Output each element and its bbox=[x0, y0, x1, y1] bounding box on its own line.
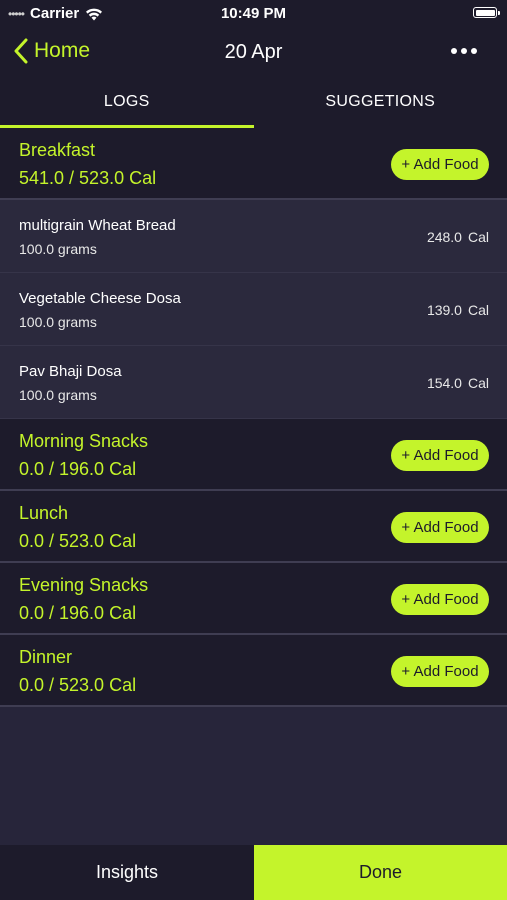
meal-name: Dinner bbox=[19, 647, 73, 667]
meal-name: Evening Snacks bbox=[19, 575, 149, 595]
status-time: 10:49 PM bbox=[220, 5, 287, 22]
meal-calories: 0.0 / 196.0 Cal bbox=[19, 603, 137, 623]
meal-calories: 0.0 / 523.0 Cal bbox=[19, 531, 137, 551]
food-calories-unit: Cal bbox=[467, 375, 489, 391]
meal-calories: 0.0 / 196.0 Cal bbox=[19, 459, 137, 479]
add-food-button[interactable]: + Add Food bbox=[391, 584, 489, 615]
food-calories: 154.0 Cal bbox=[427, 375, 489, 391]
meal-name: Breakfast bbox=[19, 140, 96, 160]
tab-bar: LOGS SUGGETIONS bbox=[0, 78, 507, 128]
food-name: multigrain Wheat Bread bbox=[19, 217, 176, 234]
meal-calories: 0.0 / 523.0 Cal bbox=[19, 675, 137, 695]
more-dot bbox=[451, 48, 457, 54]
meal-header-morning-snacks: Morning Snacks 0.0 / 196.0 Cal + Add Foo… bbox=[0, 419, 507, 491]
page-title: 20 Apr bbox=[224, 41, 283, 63]
tab-suggestions[interactable]: SUGGETIONS bbox=[254, 78, 507, 128]
add-food-button[interactable]: + Add Food bbox=[391, 440, 489, 471]
food-name: Vegetable Cheese Dosa bbox=[19, 290, 181, 307]
done-button[interactable]: Done bbox=[254, 845, 507, 900]
food-quantity: 100.0 grams bbox=[19, 241, 97, 257]
insights-button[interactable]: Insights bbox=[0, 845, 254, 900]
add-food-button[interactable]: + Add Food bbox=[391, 149, 489, 180]
add-food-button[interactable]: + Add Food bbox=[391, 512, 489, 543]
bottom-bar: Insights Done bbox=[0, 845, 507, 900]
nav-bar: Home 20 Apr bbox=[0, 28, 507, 78]
food-calories: 248.0 Cal bbox=[427, 229, 489, 245]
add-food-button[interactable]: + Add Food bbox=[391, 656, 489, 687]
battery-level bbox=[475, 9, 495, 16]
food-item[interactable]: multigrain Wheat Bread 100.0 grams 248.0… bbox=[0, 200, 507, 273]
meal-name: Lunch bbox=[19, 503, 69, 523]
meal-list: Breakfast 541.0 / 523.0 Cal + Add Food m… bbox=[0, 128, 507, 707]
food-calories-unit: Cal bbox=[467, 302, 489, 318]
food-item[interactable]: Pav Bhaji Dosa 100.0 grams 154.0 Cal bbox=[0, 346, 507, 419]
food-name: Pav Bhaji Dosa bbox=[19, 363, 122, 380]
food-quantity: 100.0 grams bbox=[19, 314, 97, 330]
more-dot bbox=[471, 48, 477, 54]
meal-calories: 541.0 / 523.0 Cal bbox=[19, 168, 157, 188]
food-calories-value: 154.0 bbox=[426, 375, 462, 391]
meal-name: Morning Snacks bbox=[19, 431, 149, 451]
food-calories-unit: Cal bbox=[467, 229, 489, 245]
meal-header-lunch: Lunch 0.0 / 523.0 Cal + Add Food bbox=[0, 491, 507, 563]
meal-header-dinner: Dinner 0.0 / 523.0 Cal + Add Food bbox=[0, 635, 507, 707]
food-item[interactable]: Vegetable Cheese Dosa 100.0 grams 139.0 C… bbox=[0, 273, 507, 346]
more-dot bbox=[461, 48, 467, 54]
battery-icon bbox=[473, 7, 500, 18]
tab-logs[interactable]: LOGS bbox=[0, 78, 254, 128]
meal-header-breakfast: Breakfast 541.0 / 523.0 Cal + Add Food bbox=[0, 128, 507, 200]
food-calories-value: 248.0 bbox=[426, 229, 462, 245]
food-calories-value: 139.0 bbox=[426, 302, 462, 318]
food-quantity: 100.0 grams bbox=[19, 387, 97, 403]
meal-header-evening-snacks: Evening Snacks 0.0 / 196.0 Cal + Add Foo… bbox=[0, 563, 507, 635]
more-options-icon[interactable] bbox=[451, 48, 477, 54]
status-bar: ••••• Carrier 10:49 PM bbox=[0, 0, 507, 28]
food-calories: 139.0 Cal bbox=[427, 302, 489, 318]
